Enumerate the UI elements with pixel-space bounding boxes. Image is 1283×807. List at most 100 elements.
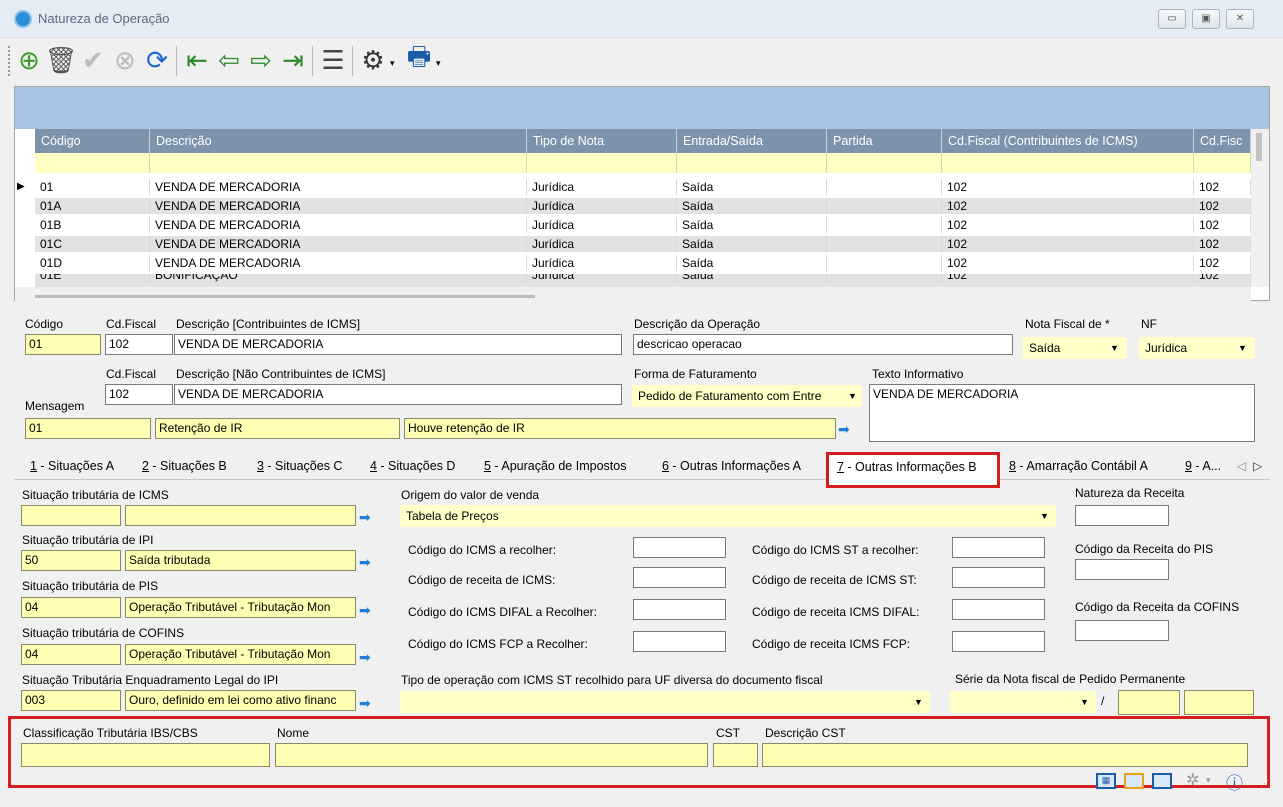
cod-receita-fcp-field[interactable] bbox=[952, 631, 1045, 652]
ibs-class-field[interactable] bbox=[21, 743, 270, 767]
receita-cofins-field[interactable] bbox=[1075, 620, 1169, 641]
pis-code-field[interactable]: 04 bbox=[21, 597, 121, 618]
desc-operacao-field[interactable]: descricao operacao bbox=[633, 334, 1013, 355]
table-row[interactable]: 01A VENDA DE MERCADORIA Jurídica Saída 1… bbox=[35, 198, 1251, 214]
filter-cell[interactable] bbox=[827, 153, 942, 173]
previous-icon[interactable]: ⇦ bbox=[214, 44, 244, 76]
tipo-op-st-select[interactable] bbox=[400, 691, 930, 713]
tab-outras-informacoes-b[interactable]: 7 - Outras Informações B bbox=[837, 460, 977, 474]
ipi-code-field[interactable]: 50 bbox=[21, 550, 121, 571]
scroll-thumb[interactable] bbox=[1256, 133, 1262, 161]
confirm-icon[interactable]: ✔ bbox=[78, 44, 108, 76]
cdfiscal-field[interactable]: 102 bbox=[105, 334, 173, 355]
lookup-arrow-icon[interactable]: ➡ bbox=[359, 555, 375, 569]
enq-ipi-code-field[interactable]: 003 bbox=[21, 690, 121, 711]
icms-code-field[interactable] bbox=[21, 505, 121, 526]
ipi-desc-field[interactable]: Saída tributada bbox=[125, 550, 356, 571]
chevron-down-icon[interactable]: ▼ bbox=[1238, 343, 1247, 353]
serie-field-1[interactable] bbox=[1118, 690, 1180, 715]
serie-nf-select[interactable] bbox=[950, 691, 1096, 713]
cofins-desc-field[interactable]: Operação Tributável - Tributação Mon bbox=[125, 644, 356, 665]
col-header-tipo-nota[interactable]: Tipo de Nota bbox=[527, 129, 677, 153]
chevron-down-icon[interactable]: ▾ bbox=[1206, 775, 1211, 786]
cod-icms-difal-field[interactable] bbox=[633, 599, 726, 620]
scroll-thumb[interactable] bbox=[35, 295, 535, 298]
tab-amarracao-b[interactable]: 9 - A... bbox=[1185, 459, 1221, 473]
forma-fat-select[interactable]: Pedido de Faturamento com Entre bbox=[632, 385, 862, 407]
cod-receita-icms-st-field[interactable] bbox=[952, 567, 1045, 588]
resize-grip-icon[interactable]: ⋰ bbox=[1260, 778, 1269, 789]
serie-field-2[interactable] bbox=[1184, 690, 1254, 715]
cancel-icon[interactable]: ⊗ bbox=[110, 44, 140, 76]
first-icon[interactable]: ⇤ bbox=[182, 44, 212, 76]
chevron-down-icon[interactable]: ▼ bbox=[914, 697, 923, 707]
cdfiscal2-field[interactable]: 102 bbox=[105, 384, 173, 405]
grid-view-icon[interactable]: ▦ bbox=[1096, 773, 1116, 789]
lookup-arrow-icon[interactable]: ➡ bbox=[359, 650, 375, 664]
table-row[interactable]: 01C VENDA DE MERCADORIA Jurídica Saída 1… bbox=[35, 236, 1251, 252]
col-header-partida[interactable]: Partida bbox=[827, 129, 942, 153]
chevron-down-icon[interactable]: ▼ bbox=[848, 391, 857, 401]
receita-pis-field[interactable] bbox=[1075, 559, 1169, 580]
filter-cell[interactable] bbox=[35, 153, 150, 173]
lookup-arrow-icon[interactable]: ➡ bbox=[359, 696, 375, 710]
col-header-codigo[interactable]: Código bbox=[35, 129, 150, 153]
print-icon[interactable]: 🖶 bbox=[404, 41, 434, 76]
settings-dropdown-icon[interactable]: ▾ bbox=[390, 58, 395, 69]
grid-vertical-scrollbar[interactable] bbox=[1251, 129, 1269, 287]
minimize-button[interactable]: ▭ bbox=[1158, 9, 1186, 29]
tab-amarracao-contabil-a[interactable]: 8 - Amarração Contábil A bbox=[1009, 459, 1148, 473]
chevron-down-icon[interactable]: ▼ bbox=[1110, 343, 1119, 353]
cod-icms-st-recolher-field[interactable] bbox=[952, 537, 1045, 558]
print-dropdown-icon[interactable]: ▾ bbox=[436, 58, 441, 69]
lookup-arrow-icon[interactable]: ➡ bbox=[838, 422, 854, 436]
tab-scroll-right-icon[interactable]: ▷ bbox=[1253, 459, 1262, 473]
cofins-code-field[interactable]: 04 bbox=[21, 644, 121, 665]
table-row[interactable]: 01 VENDA DE MERCADORIA Jurídica Saída 10… bbox=[35, 179, 1251, 195]
filter-cell[interactable] bbox=[150, 153, 527, 173]
form-view-icon[interactable] bbox=[1124, 773, 1144, 789]
split-view-icon[interactable] bbox=[1152, 773, 1172, 789]
list-icon[interactable]: ☰ bbox=[318, 44, 348, 76]
cod-receita-difal-field[interactable] bbox=[952, 599, 1045, 620]
col-header-descricao[interactable]: Descrição bbox=[150, 129, 527, 153]
cod-icms-recolher-field[interactable] bbox=[633, 537, 726, 558]
mensagem-code-field[interactable]: 01 bbox=[25, 418, 151, 439]
chevron-down-icon[interactable]: ▼ bbox=[1040, 511, 1049, 521]
desc-contrib-field[interactable]: VENDA DE MERCADORIA bbox=[174, 334, 622, 355]
tab-situacoes-c[interactable]: 3 - Situações C bbox=[257, 459, 342, 473]
ibs-nome-field[interactable] bbox=[275, 743, 708, 767]
col-header-entrada-saida[interactable]: Entrada/Saída bbox=[677, 129, 827, 153]
icms-desc-field[interactable] bbox=[125, 505, 356, 526]
pis-desc-field[interactable]: Operação Tributável - Tributação Mon bbox=[125, 597, 356, 618]
cod-icms-fcp-field[interactable] bbox=[633, 631, 726, 652]
lookup-arrow-icon[interactable]: ➡ bbox=[359, 603, 375, 617]
delete-icon[interactable]: 🗑 bbox=[45, 44, 78, 76]
chevron-down-icon[interactable]: ▼ bbox=[1080, 697, 1089, 707]
close-button[interactable]: ✕ bbox=[1226, 9, 1254, 29]
filter-cell[interactable] bbox=[942, 153, 1194, 173]
maximize-button[interactable]: ▣ bbox=[1192, 9, 1220, 29]
lookup-arrow-icon[interactable]: ➡ bbox=[359, 510, 375, 524]
refresh-icon[interactable]: ⟳ bbox=[142, 44, 172, 76]
settings-icon[interactable]: ⚙ bbox=[358, 44, 388, 76]
texto-info-field[interactable]: VENDA DE MERCADORIA bbox=[869, 384, 1255, 442]
mensagem-desc-field[interactable]: Houve retenção de IR bbox=[404, 418, 836, 439]
table-row[interactable]: 01B VENDA DE MERCADORIA Jurídica Saída 1… bbox=[35, 217, 1251, 233]
filter-cell[interactable] bbox=[677, 153, 827, 173]
info-icon[interactable]: ⓘ bbox=[1226, 769, 1243, 794]
table-row[interactable]: 01E BONIFICAÇÃO Jurídica Saída 102 102 bbox=[35, 274, 1251, 287]
next-icon[interactable]: ⇨ bbox=[246, 44, 276, 76]
tab-outras-informacoes-a[interactable]: 6 - Outras Informações A bbox=[662, 459, 801, 473]
grid-horizontal-scrollbar[interactable] bbox=[15, 287, 1251, 301]
ibs-cst-field[interactable] bbox=[713, 743, 758, 767]
filter-cell[interactable] bbox=[527, 153, 677, 173]
add-icon[interactable]: ⊕ bbox=[14, 44, 44, 76]
col-header-cdfiscal-contrib[interactable]: Cd.Fiscal (Contribuintes de ICMS) bbox=[942, 129, 1194, 153]
last-icon[interactable]: ⇥ bbox=[278, 44, 308, 76]
natureza-receita-field[interactable] bbox=[1075, 505, 1169, 526]
origem-select[interactable]: Tabela de Preços bbox=[400, 505, 1056, 527]
mensagem-name-field[interactable]: Retenção de IR bbox=[155, 418, 400, 439]
codigo-field[interactable]: 01 bbox=[25, 334, 101, 355]
tab-apuracao-impostos[interactable]: 5 - Apuração de Impostos bbox=[484, 459, 626, 473]
